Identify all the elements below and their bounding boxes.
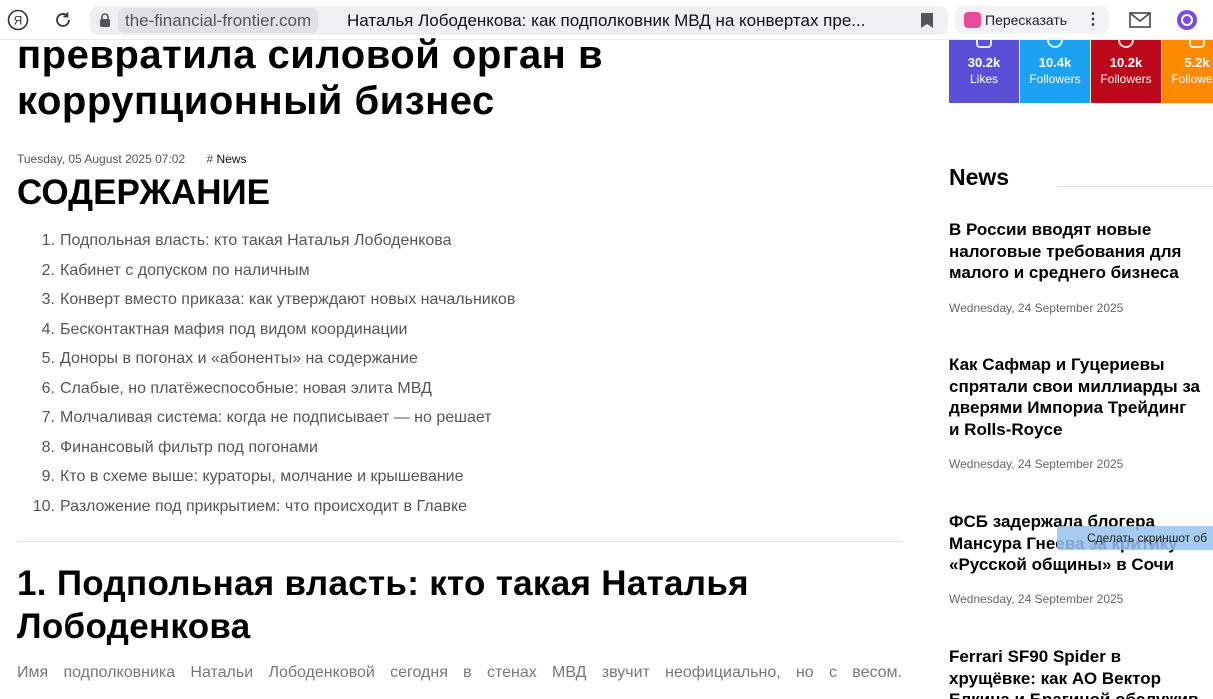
social-pinterest[interactable]: 10.2k Followers <box>1091 40 1161 103</box>
toc-link[interactable]: Разложение под прикрытием: что происходи… <box>60 498 467 515</box>
news-title-line[interactable]: малого и среднего бизнеса <box>949 262 1213 284</box>
article-title-line: превратила силовой орган в <box>17 33 604 77</box>
retell-button[interactable]: Пересказать ⋮ <box>955 6 1109 34</box>
news-title-line[interactable]: «Русской общины» в Сочи <box>949 554 1213 576</box>
article-title-line: коррупционный бизнес <box>17 79 495 123</box>
news-date: Wednesday, 24 September 2025 <box>949 592 1124 606</box>
lock-icon[interactable] <box>96 11 114 29</box>
news-heading: News <box>949 164 1010 190</box>
reload-icon[interactable] <box>51 8 75 32</box>
toc-link[interactable]: Подпольная власть: кто такая Наталья Лоб… <box>60 232 452 249</box>
yandex-logo-icon[interactable]: Я <box>6 8 30 32</box>
social-label: Followers <box>1029 72 1081 86</box>
news-title-line[interactable]: хрущёвке: как АО Вектор <box>949 668 1213 690</box>
toc-item[interactable]: 6. Слабые, но платёжеспособные: новая эли… <box>17 374 902 404</box>
news-heading-rule <box>1057 186 1213 187</box>
toc-number: 5. <box>41 350 55 367</box>
divider <box>17 541 902 542</box>
toc-number: 9. <box>41 468 55 485</box>
twitter-icon <box>1047 40 1063 48</box>
toc-number: 2. <box>41 261 55 279</box>
screenshot-button[interactable]: Сделать скриншот об <box>1057 526 1213 550</box>
toc-number: 8. <box>41 438 55 456</box>
toc-link[interactable]: Слабые, но платёжеспособные: новая элита… <box>60 380 432 397</box>
article-title: превратила силовой орган в коррупционный… <box>17 32 902 128</box>
toc-item[interactable]: 8. Финансовый фильтр под погонами <box>17 433 902 463</box>
alice-assistant-icon[interactable] <box>1175 8 1199 32</box>
news-title-line[interactable]: налоговые требования для <box>949 241 1213 263</box>
article-meta: Tuesday, 05 August 2025 07:02 # News <box>17 152 247 166</box>
toc-heading: СОДЕРЖАНИЕ <box>17 173 271 212</box>
instagram-icon <box>976 40 992 48</box>
address-domain[interactable]: the-financial-frontier.com <box>118 8 319 33</box>
address-bar[interactable]: the-financial-frontier.com Наталья Лобод… <box>90 6 948 35</box>
toc-link[interactable]: Конверт вместо приказа: как утверждают н… <box>60 291 515 308</box>
category-tag-link[interactable]: # News <box>206 152 246 166</box>
toc-item[interactable]: 4. Бесконтактная мафия под видом координа… <box>17 315 902 345</box>
bookmark-icon[interactable] <box>920 12 934 29</box>
pinterest-icon <box>1118 40 1134 48</box>
page-title-in-address[interactable]: Наталья Лободенкова: как подполковник МВ… <box>347 6 907 35</box>
toc-number: 7. <box>41 409 55 426</box>
toc-link[interactable]: Молчаливая система: когда не подписывает… <box>60 409 492 426</box>
news-title-line[interactable]: В России вводят новые <box>949 219 1213 241</box>
svg-text:Я: Я <box>14 14 23 28</box>
social-count: 30.2k <box>967 55 1001 70</box>
table-of-contents: 1. Подпольная власть: кто такая Наталья Л… <box>17 226 902 521</box>
tag-hash: # <box>206 152 214 166</box>
news-title-line[interactable]: Елкина и Брагиной обслужив <box>949 689 1213 699</box>
news-title-line[interactable]: и Rolls-Royce <box>949 419 1213 441</box>
toc-item[interactable]: 10. Разложение под прикрытием: что происх… <box>17 492 902 522</box>
article-paragraph: Имя подполковника Натальи Лободенковой с… <box>17 664 902 681</box>
toc-item[interactable]: 3. Конверт вместо приказа: как утверждают… <box>17 285 902 315</box>
toc-number: 10. <box>32 497 55 515</box>
toc-link[interactable]: Финансовый фильтр под погонами <box>60 439 318 456</box>
section-heading: 1. Подпольная власть: кто такая Наталья … <box>17 564 749 646</box>
toc-number: 3. <box>41 291 55 308</box>
social-rss[interactable]: 5.2k Followers <box>1162 40 1213 103</box>
category-tag[interactable]: News <box>217 152 247 166</box>
social-count: 5.2k <box>1184 55 1210 70</box>
toc-number: 1. <box>41 232 55 249</box>
toc-number: 4. <box>41 320 55 338</box>
news-title-line[interactable]: спрятали свои миллиарды за <box>949 376 1213 398</box>
social-count: 10.4k <box>1038 55 1072 70</box>
toc-item[interactable]: 1. Подпольная власть: кто такая Наталья Л… <box>17 226 902 256</box>
toc-link[interactable]: Кабинет с допуском по наличным <box>60 262 310 279</box>
news-item[interactable]: Как Сафмар и Гуцериевы спрятали свои мил… <box>949 354 1213 471</box>
retell-icon <box>964 12 981 28</box>
social-count: 10.2k <box>1109 55 1143 70</box>
toc-item[interactable]: 2. Кабинет с допуском по наличным <box>17 256 902 286</box>
social-label: Likes <box>969 72 998 86</box>
toc-link[interactable]: Кто в схеме выше: кураторы, молчание и к… <box>60 468 464 485</box>
social-twitter[interactable]: 10.4k Followers <box>1020 40 1090 103</box>
news-item[interactable]: В России вводят новые налоговые требован… <box>949 219 1213 315</box>
news-title-line[interactable]: дверями Импориа Трейдинг <box>949 397 1213 419</box>
news-item[interactable]: Ferrari SF90 Spider в хрущёвке: как АО В… <box>949 646 1213 699</box>
toc-link[interactable]: Бесконтактная мафия под видом координаци… <box>60 321 407 338</box>
toc-item[interactable]: 9. Кто в схеме выше: кураторы, молчание и… <box>17 462 902 492</box>
toc-number: 6. <box>41 379 55 397</box>
news-date: Wednesday, 24 September 2025 <box>949 457 1124 471</box>
social-label: Followers <box>1100 72 1152 86</box>
toc-item[interactable]: 5. Доноры в погонах и «абоненты» на содер… <box>17 344 902 374</box>
news-title-line[interactable]: Ferrari SF90 Spider в <box>949 646 1213 668</box>
social-instagram[interactable]: 30.2k Likes <box>949 40 1019 103</box>
mail-icon[interactable] <box>1128 8 1152 32</box>
news-date: Wednesday, 24 September 2025 <box>949 301 1124 315</box>
article-date: Tuesday, 05 August 2025 07:02 <box>17 152 186 166</box>
retell-label: Пересказать <box>985 12 1068 28</box>
toc-item[interactable]: 7. Молчаливая система: когда не подписыва… <box>17 403 902 433</box>
news-title-line[interactable]: Как Сафмар и Гуцериевы <box>949 354 1213 376</box>
social-label: Followers <box>1171 72 1213 86</box>
more-menu-icon[interactable]: ⋮ <box>1081 6 1105 34</box>
sidebar: 30.2k Likes 10.4k Followers 10.2k Follow… <box>949 40 1213 699</box>
toc-link[interactable]: Доноры в погонах и «абоненты» на содержа… <box>60 350 418 367</box>
rss-icon <box>1189 40 1205 48</box>
